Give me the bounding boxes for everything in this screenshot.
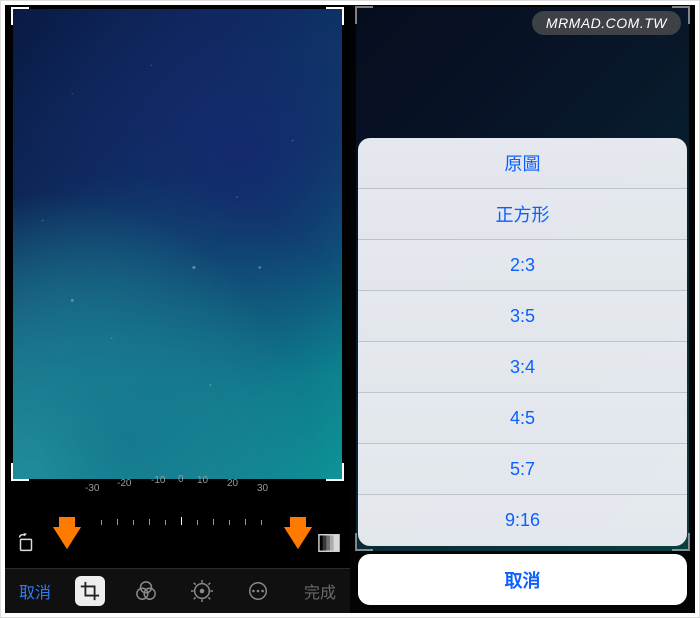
screen-aspect-sheet: 原圖 正方形 2:3 3:5 3:4 4:5 5:7 9:16 取消: [350, 5, 695, 613]
aspect-ratio-sheet: 原圖 正方形 2:3 3:5 3:4 4:5 5:7 9:16 取消: [358, 138, 687, 605]
crop-icon: [79, 580, 101, 602]
dial-label: 10: [197, 475, 208, 486]
aspect-ratio-icon: [318, 533, 340, 553]
screen-crop-editor: -30 -20 -10 0 10 20 30: [5, 5, 350, 613]
more-icon: [247, 580, 269, 602]
dial-label: 0: [178, 475, 184, 485]
aspect-option-5-7[interactable]: 5:7: [358, 444, 687, 495]
aspect-option-3-5[interactable]: 3:5: [358, 291, 687, 342]
aspect-option-3-4[interactable]: 3:4: [358, 342, 687, 393]
tab-filters[interactable]: [131, 576, 161, 606]
dial-label: -30: [85, 483, 99, 494]
aspect-option-4-5[interactable]: 4:5: [358, 393, 687, 444]
dial-label: 20: [227, 478, 238, 489]
rotate-icon: [15, 532, 37, 554]
aspect-ratio-list: 原圖 正方形 2:3 3:5 3:4 4:5 5:7 9:16: [358, 138, 687, 546]
aspect-ratio-button[interactable]: [318, 532, 340, 554]
editor-bottom-bar: 取消: [5, 569, 350, 613]
annotation-arrow: [284, 527, 312, 549]
annotation-arrow: [53, 527, 81, 549]
tab-more[interactable]: [243, 576, 273, 606]
image-preview[interactable]: [13, 9, 342, 479]
tab-crop[interactable]: [75, 576, 105, 606]
tab-adjust[interactable]: [187, 576, 217, 606]
dial-label: -20: [117, 478, 131, 489]
aspect-option-9-16[interactable]: 9:16: [358, 495, 687, 546]
dial-label: -10: [151, 475, 165, 486]
sheet-cancel-button[interactable]: 取消: [358, 554, 687, 605]
dial-label: 30: [257, 483, 268, 494]
done-button[interactable]: 完成: [298, 579, 342, 603]
crop-handle-tl[interactable]: [11, 7, 29, 25]
crop-handle-tr[interactable]: [326, 7, 344, 25]
filters-icon: [135, 580, 157, 602]
aspect-option-square[interactable]: 正方形: [358, 189, 687, 240]
rotate-button[interactable]: [15, 532, 37, 554]
adjust-icon: [191, 580, 213, 602]
comparison-frame: -30 -20 -10 0 10 20 30: [0, 0, 700, 618]
aspect-option-2-3[interactable]: 2:3: [358, 240, 687, 291]
watermark: MRMAD.COM.TW: [532, 11, 681, 35]
aspect-option-original[interactable]: 原圖: [358, 138, 687, 189]
